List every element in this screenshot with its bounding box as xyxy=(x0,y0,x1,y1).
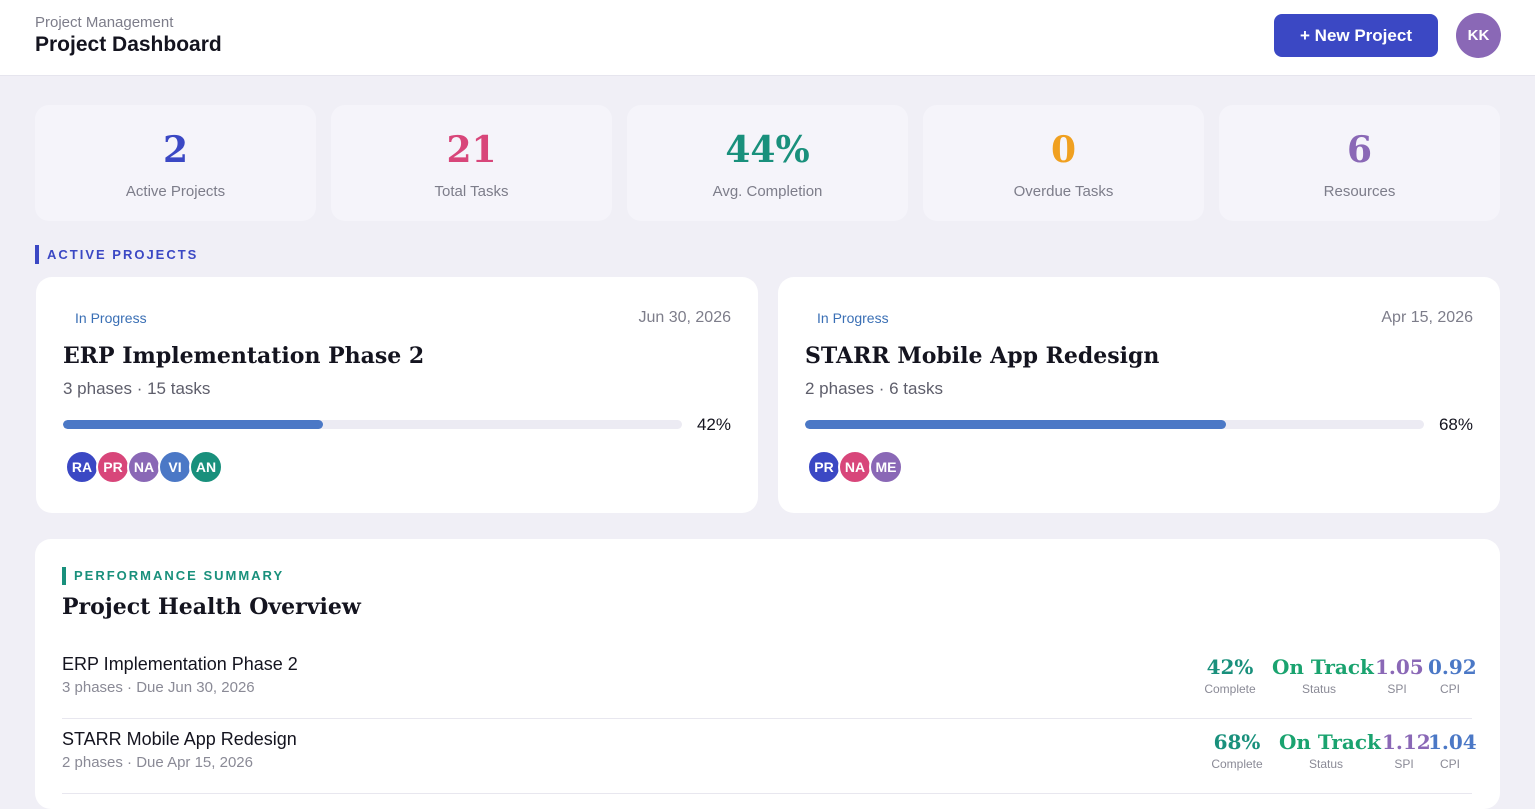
stat-value: 0 xyxy=(1050,129,1077,171)
project-name[interactable]: STARR Mobile App Redesign xyxy=(805,343,1159,369)
member-avatar: AN xyxy=(189,450,223,484)
progress-bar xyxy=(63,420,682,429)
metric-cpi: 1.04 CPI xyxy=(1428,729,1477,771)
progress-percent: 42% xyxy=(696,415,731,434)
project-meta: 3 phases · 15 tasks xyxy=(63,379,211,398)
metric-value: 68% xyxy=(1213,730,1261,754)
progress-fill xyxy=(63,420,323,429)
status-badge: In Progress xyxy=(75,310,147,326)
stat-label: Overdue Tasks xyxy=(1013,183,1114,200)
member-avatar: PR xyxy=(807,450,841,484)
metric-cpi: 0.92 CPI xyxy=(1428,654,1477,696)
project-name[interactable]: ERP Implementation Phase 2 xyxy=(63,343,424,369)
member-avatar: RA xyxy=(65,450,99,484)
metric-label: Status xyxy=(1301,682,1337,696)
project-meta: 2 phases · 6 tasks xyxy=(805,379,943,398)
metric-status: On Track Status xyxy=(1272,654,1374,696)
table-row[interactable]: ERP Implementation Phase 2 3 phases · Du… xyxy=(62,643,1477,719)
metric-value: 0.92 xyxy=(1428,655,1477,679)
user-avatar[interactable]: KK xyxy=(1456,13,1501,58)
metric-complete: 68% Complete xyxy=(1207,729,1267,771)
member-avatar: PR xyxy=(96,450,130,484)
stat-card-overdue-tasks: 0 Overdue Tasks xyxy=(923,105,1204,221)
stat-label: Active Projects xyxy=(125,183,226,200)
stat-card-active-projects: 2 Active Projects xyxy=(35,105,316,221)
stat-value: 2 xyxy=(162,129,189,171)
status-badge: In Progress xyxy=(817,310,889,326)
stat-label: Total Tasks xyxy=(434,183,509,200)
stat-value: 21 xyxy=(446,129,497,171)
top-bar: Project Management Project Dashboard + N… xyxy=(0,0,1535,76)
page-title: Project Dashboard xyxy=(35,33,222,56)
metric-label: CPI xyxy=(1439,682,1460,696)
metric-complete: 42% Complete xyxy=(1200,654,1260,696)
metric-label: SPI xyxy=(1394,757,1414,771)
metric-value: 42% xyxy=(1206,655,1254,679)
metric-value: 1.04 xyxy=(1428,730,1477,754)
metric-value: On Track xyxy=(1279,730,1381,754)
new-project-button[interactable]: + New Project xyxy=(1274,14,1438,57)
metric-label: SPI xyxy=(1387,682,1407,696)
table-row[interactable]: STARR Mobile App Redesign 2 phases · Due… xyxy=(62,718,1477,794)
metric-spi: 1.12 SPI xyxy=(1382,729,1431,771)
stat-card-avg-completion: 44% Avg. Completion xyxy=(627,105,908,221)
metric-label: CPI xyxy=(1439,757,1460,771)
member-avatar: NA xyxy=(127,450,161,484)
stat-value: 6 xyxy=(1346,129,1373,171)
metric-value: 1.05 xyxy=(1375,655,1424,679)
section-heading-performance: PERFORMANCE SUMMARY xyxy=(62,567,284,585)
performance-summary-card: PERFORMANCE SUMMARY Project Health Overv… xyxy=(35,539,1500,809)
row-project-name: ERP Implementation Phase 2 xyxy=(62,654,298,674)
due-date: Jun 30, 2026 xyxy=(638,309,731,326)
row-project-meta: 2 phases · Due Apr 15, 2026 xyxy=(62,754,253,771)
metric-value: 1.12 xyxy=(1382,730,1431,754)
progress-bar xyxy=(805,420,1424,429)
member-avatar: ME xyxy=(869,450,903,484)
metric-value: On Track xyxy=(1272,655,1374,679)
metric-status: On Track Status xyxy=(1279,729,1381,771)
metric-label: Complete xyxy=(1204,682,1256,696)
stat-label: Avg. Completion xyxy=(712,183,823,200)
stat-card-total-tasks: 21 Total Tasks xyxy=(331,105,612,221)
metric-label: Complete xyxy=(1211,757,1263,771)
metric-spi: 1.05 SPI xyxy=(1375,654,1424,696)
member-avatar: VI xyxy=(158,450,192,484)
row-project-name: STARR Mobile App Redesign xyxy=(62,729,297,749)
breadcrumb: Project Management xyxy=(35,14,174,31)
project-card[interactable]: In Progress Apr 15, 2026 STARR Mobile Ap… xyxy=(778,277,1500,513)
progress-fill xyxy=(805,420,1226,429)
section-heading-active-projects: ACTIVE PROJECTS xyxy=(35,245,198,264)
performance-title: Project Health Overview xyxy=(62,594,361,620)
member-avatar: NA xyxy=(838,450,872,484)
stat-label: Resources xyxy=(1323,183,1396,200)
stat-value: 44% xyxy=(725,129,810,171)
due-date: Apr 15, 2026 xyxy=(1381,309,1473,326)
metric-label: Status xyxy=(1308,757,1344,771)
stat-card-resources: 6 Resources xyxy=(1219,105,1500,221)
row-project-meta: 3 phases · Due Jun 30, 2026 xyxy=(62,679,255,696)
project-card[interactable]: In Progress Jun 30, 2026 ERP Implementat… xyxy=(36,277,758,513)
progress-percent: 68% xyxy=(1438,415,1473,434)
